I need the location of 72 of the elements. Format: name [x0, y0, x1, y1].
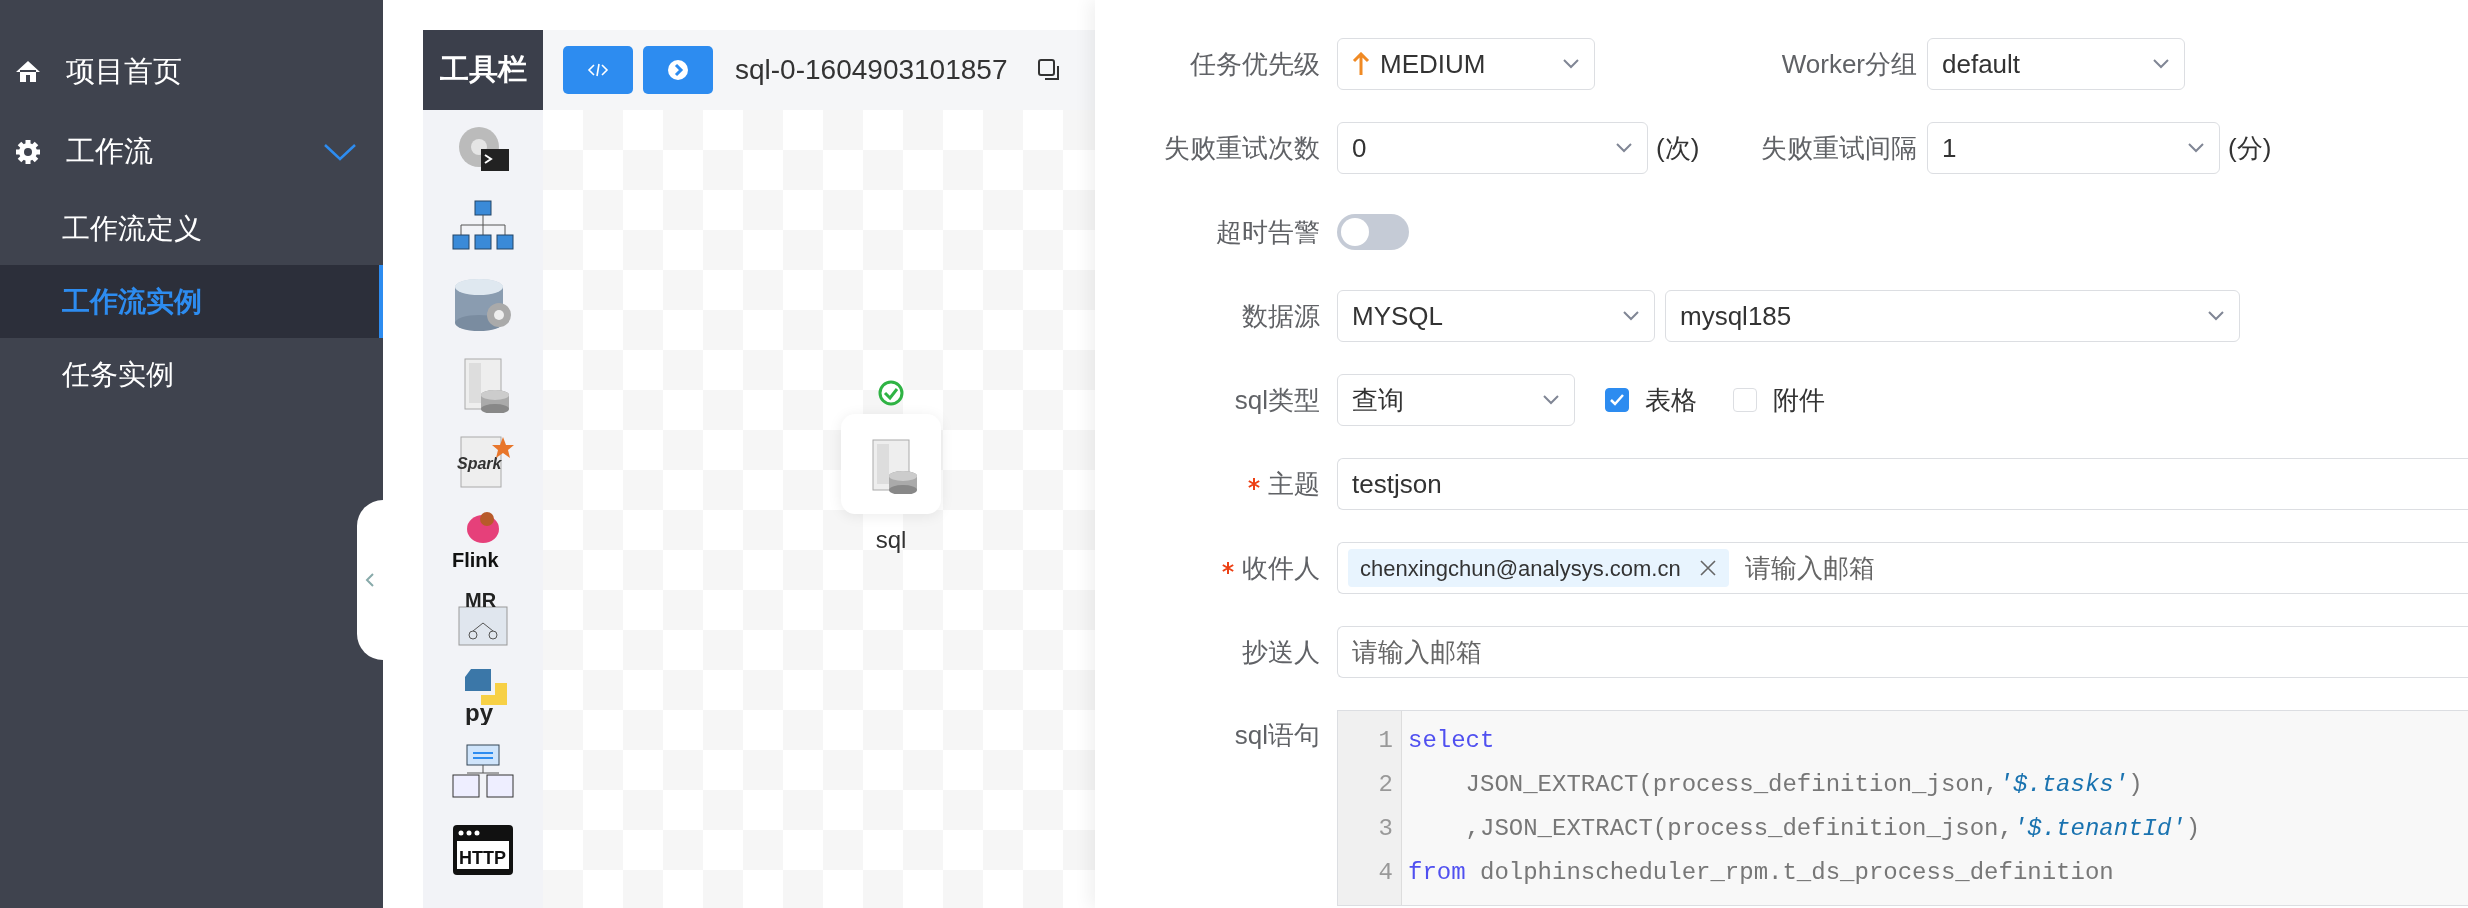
required-asterisk-icon	[1248, 478, 1260, 490]
caret-icon	[1622, 310, 1640, 322]
gear-icon	[14, 138, 42, 166]
line-number: 1	[1378, 726, 1393, 756]
close-icon[interactable]	[1698, 559, 1717, 577]
chevron-circle-icon	[667, 59, 689, 81]
line-number: 2	[1378, 770, 1393, 800]
sidebar-item[interactable]: 任务实例	[0, 338, 383, 411]
sidebar-item[interactable]: 工作流定义	[0, 192, 383, 265]
code-editor[interactable]: 1 2 3 4 select JSON_EXTRACT(process_definition_json,'$.tasks') ,JSON_EXTRACT(process_definition_json,'$.tenantId') from dolphinscheduler_rpm.t_ds_process_definition	[1337, 710, 2468, 906]
tool-item[interactable]: HTTP	[435, 812, 531, 890]
toolbar-title: 工具栏	[423, 30, 543, 110]
flink-logo: Flink	[451, 509, 515, 569]
caret-icon	[2187, 142, 2205, 154]
collapse-handle[interactable]	[357, 500, 383, 660]
caret-icon	[1562, 58, 1580, 70]
arrow-up-icon	[1352, 52, 1370, 76]
field-label: Worker分组	[1781, 47, 1917, 81]
sidebar-item[interactable]: 工作流实例	[0, 265, 383, 338]
field-label: sql类型	[1234, 383, 1320, 417]
code-view-button[interactable]	[563, 46, 633, 94]
field-label: 失败重试次数	[1164, 131, 1320, 165]
unit-label: (次)	[1656, 131, 1700, 165]
cc-input[interactable]: 请输入邮箱	[1337, 626, 2468, 678]
datasource-select[interactable]: mysql185	[1665, 290, 2240, 342]
subject-input[interactable]: testjson	[1337, 458, 2468, 510]
code-line: from dolphinscheduler_rpm.t_ds_process_definition	[1408, 858, 2115, 888]
field-label: 主题	[1268, 467, 1320, 501]
field-label: sql语句	[1234, 719, 1320, 752]
node-label: sql	[875, 525, 907, 555]
code-line: JSON_EXTRACT(process_definition_json,'$.tasks')	[1464, 770, 2144, 800]
sidebar-item[interactable]: 项目首页	[0, 32, 383, 112]
sql-type-select[interactable]: 查询	[1337, 374, 1575, 426]
recipients-field[interactable]: chenxingchun@analysys.com.cn 请输入邮箱	[1337, 542, 2468, 594]
field-label: 失败重试间隔	[1761, 131, 1917, 165]
checkbox-label: 表格	[1645, 383, 1697, 417]
unit-label: (分)	[2228, 131, 2272, 165]
tag-text: chenxingchun@analysys.com.cn	[1360, 554, 1681, 583]
line-number: 4	[1378, 858, 1393, 888]
forward-button[interactable]	[643, 46, 713, 94]
field-label: 任务优先级	[1190, 47, 1320, 81]
checkbox[interactable]	[1605, 388, 1629, 412]
canvas-title: sql-0-1604903101857	[735, 53, 1008, 87]
tool-item[interactable]: Spark	[435, 422, 531, 500]
field-label: 数据源	[1242, 299, 1320, 333]
required-asterisk-icon	[1222, 562, 1234, 574]
caret-icon	[1615, 142, 1633, 154]
retry-interval-select[interactable]: 1	[1927, 122, 2220, 174]
caret-icon	[2207, 310, 2225, 322]
code-line: select	[1408, 726, 1496, 756]
tool-item[interactable]: MR	[435, 578, 531, 656]
field-label: 收件人	[1242, 551, 1320, 585]
tool-item[interactable]: Flink	[435, 500, 531, 578]
code-line: ,JSON_EXTRACT(process_definition_json,'$.tenantId')	[1464, 814, 2202, 844]
caret-icon	[2152, 58, 2170, 70]
task-node[interactable]	[841, 414, 941, 514]
datasource-type-select[interactable]: MYSQL	[1337, 290, 1655, 342]
sidebar-item[interactable]: 工作流	[0, 112, 383, 192]
retry-times-select[interactable]: 0	[1337, 122, 1648, 174]
field-label: 超时告警	[1216, 215, 1320, 249]
checkmark-icon	[1609, 393, 1625, 407]
check-circle-icon	[878, 380, 904, 406]
checkbox-label: 附件	[1773, 383, 1825, 417]
caret-icon	[1542, 394, 1560, 406]
priority-select[interactable]: MEDIUM	[1337, 38, 1595, 90]
toggle-switch[interactable]	[1337, 214, 1409, 250]
code-icon	[587, 63, 609, 77]
worker-group-select[interactable]: default	[1927, 38, 2185, 90]
copy-icon[interactable]	[1037, 58, 1062, 82]
chevron-left-icon	[365, 572, 375, 588]
line-number: 3	[1378, 814, 1393, 844]
field-label: 抄送人	[1242, 635, 1320, 669]
